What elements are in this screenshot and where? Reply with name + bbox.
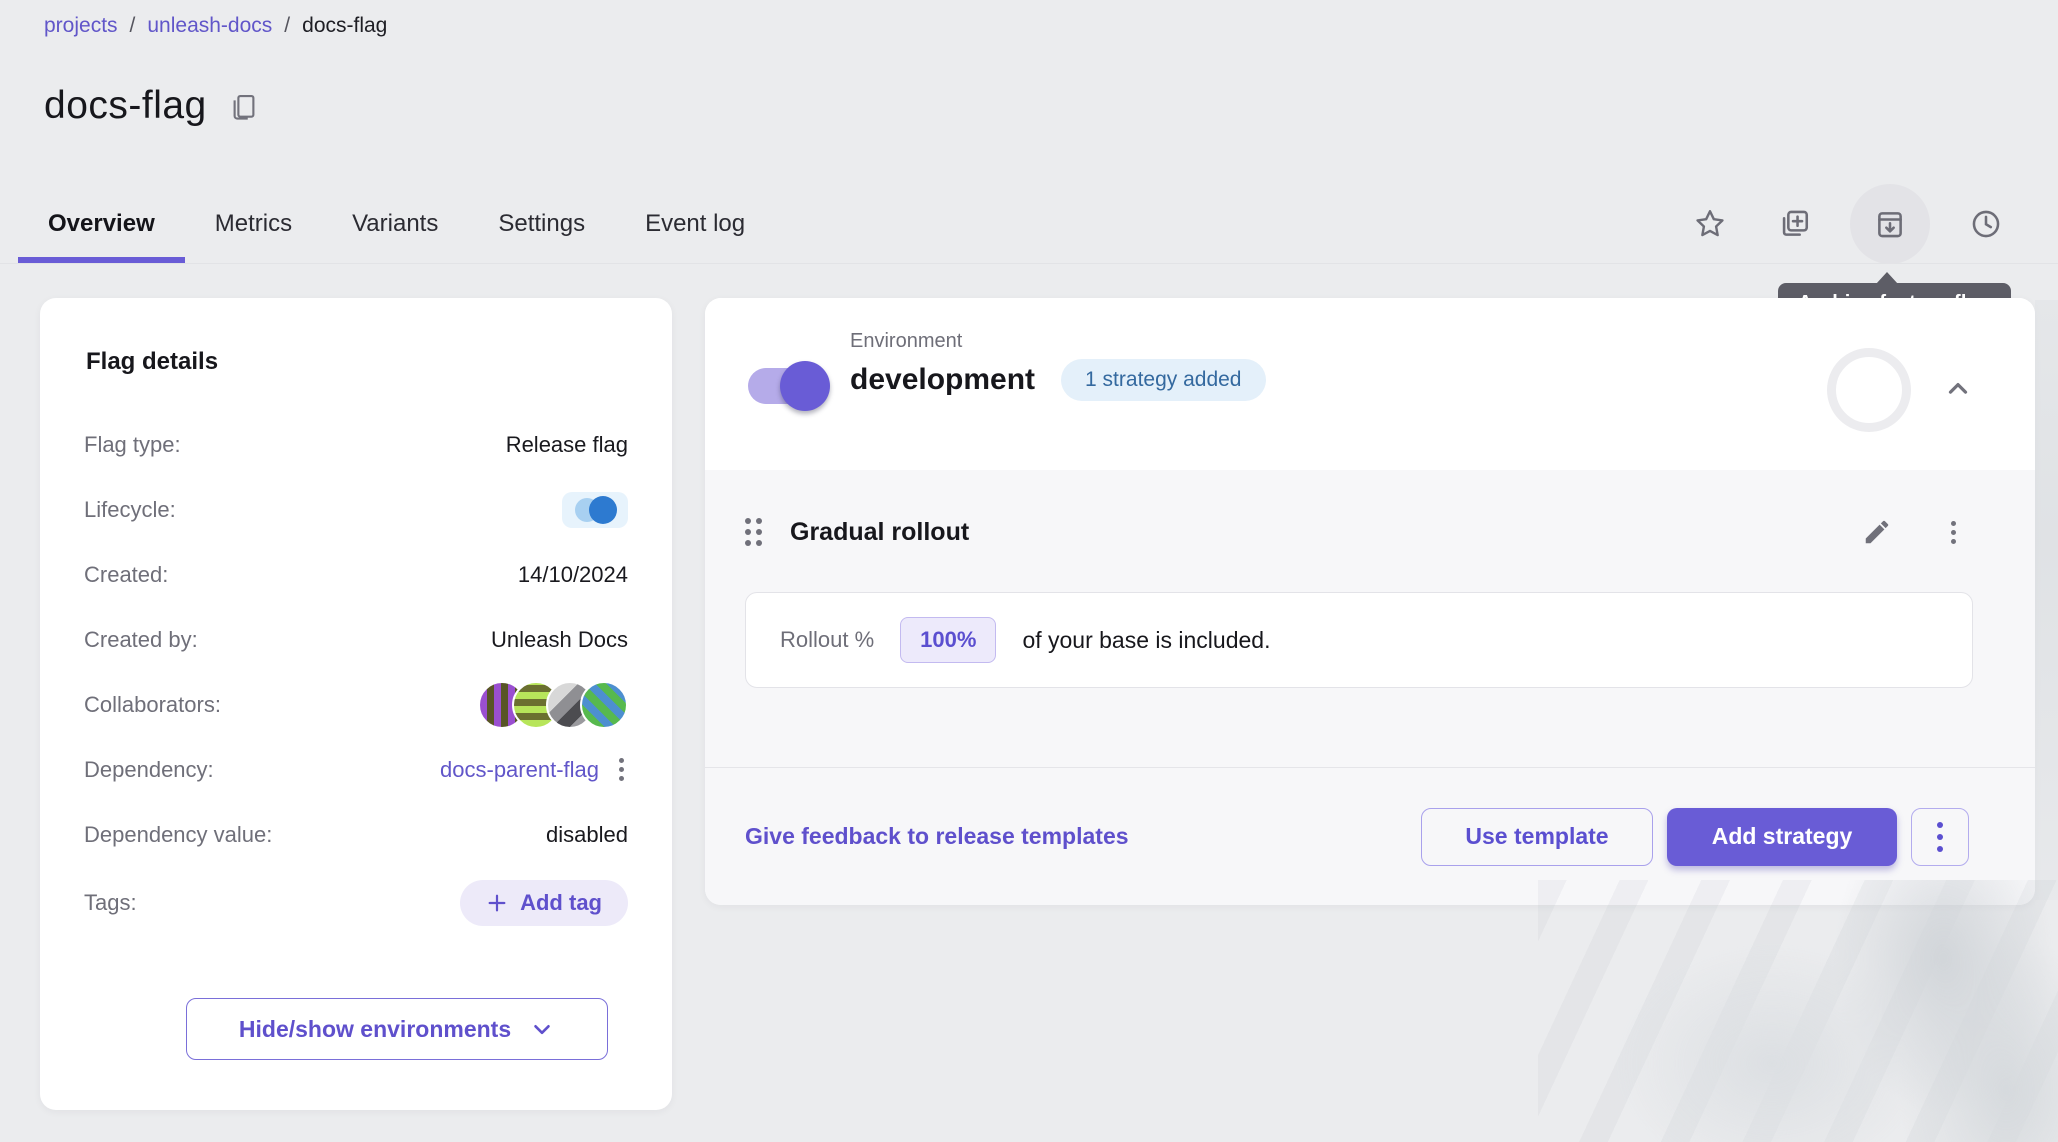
tab-metrics[interactable]: Metrics bbox=[185, 186, 322, 262]
flag-type-value: Release flag bbox=[506, 432, 628, 458]
collapse-environment-button[interactable] bbox=[1937, 368, 1979, 410]
created-by-label: Created by: bbox=[84, 627, 198, 653]
feature-flag-page: projects / unleash-docs / docs-flag docs… bbox=[0, 0, 2058, 1142]
chevron-down-icon bbox=[529, 1016, 555, 1042]
collaborators-label: Collaborators: bbox=[84, 692, 221, 718]
environment-header: Environment development 1 strategy added bbox=[705, 298, 2035, 470]
environment-card: Environment development 1 strategy added… bbox=[705, 298, 2035, 905]
lifecycle-label: Lifecycle: bbox=[84, 497, 176, 523]
favorite-star-icon[interactable] bbox=[1682, 196, 1738, 252]
collaborators-row: Collaborators: bbox=[84, 672, 628, 737]
copy-name-icon[interactable] bbox=[227, 89, 261, 123]
tab-overview[interactable]: Overview bbox=[18, 186, 185, 262]
created-row: Created: 14/10/2024 bbox=[84, 542, 628, 607]
more-strategy-options-button[interactable] bbox=[1911, 808, 1969, 866]
dependency-row: Dependency: docs-parent-flag bbox=[84, 737, 628, 802]
add-tag-label: Add tag bbox=[520, 890, 602, 916]
flag-details-heading: Flag details bbox=[86, 348, 672, 376]
page-title: docs-flag bbox=[44, 84, 207, 128]
tabs: Overview Metrics Variants Settings Event… bbox=[18, 186, 775, 262]
strategy-section: Gradual rollout Rollout % 100% of your b… bbox=[705, 470, 2035, 767]
dependency-link[interactable]: docs-parent-flag bbox=[440, 757, 599, 783]
breadcrumb-current: docs-flag bbox=[302, 14, 387, 38]
breadcrumb: projects / unleash-docs / docs-flag bbox=[44, 14, 387, 38]
history-clock-icon[interactable] bbox=[1958, 196, 2014, 252]
toggle-thumb bbox=[780, 361, 830, 411]
flag-details-card: Flag details Flag type: Release flag Lif… bbox=[40, 298, 672, 1110]
flag-type-row: Flag type: Release flag bbox=[84, 412, 628, 477]
environment-name: development bbox=[850, 363, 1035, 397]
background-watermark-strip bbox=[2035, 300, 2058, 900]
hide-show-environments-button[interactable]: Hide/show environments bbox=[186, 998, 608, 1060]
created-by-value: Unleash Docs bbox=[491, 627, 628, 653]
add-strategy-button[interactable]: Add strategy bbox=[1667, 808, 1897, 866]
edit-strategy-icon[interactable] bbox=[1855, 510, 1899, 554]
created-label: Created: bbox=[84, 562, 168, 588]
lifecycle-stage-icon[interactable] bbox=[562, 492, 628, 528]
collaborator-avatars[interactable] bbox=[478, 681, 628, 729]
tab-event-log[interactable]: Event log bbox=[615, 186, 775, 262]
avatar[interactable] bbox=[580, 681, 628, 729]
use-template-button[interactable]: Use template bbox=[1421, 808, 1653, 866]
drag-handle-icon[interactable] bbox=[745, 518, 762, 546]
strategy-title: Gradual rollout bbox=[790, 518, 969, 547]
dependency-value-label: Dependency value: bbox=[84, 822, 272, 848]
environment-toggle[interactable] bbox=[748, 368, 822, 404]
dependency-menu-icon[interactable] bbox=[615, 754, 628, 785]
rollout-label: Rollout % bbox=[780, 627, 874, 653]
tags-label: Tags: bbox=[84, 890, 137, 916]
breadcrumb-separator: / bbox=[130, 14, 136, 38]
chevron-up-icon bbox=[1943, 374, 1973, 404]
strategy-count-badge: 1 strategy added bbox=[1061, 359, 1265, 401]
metrics-ring-icon bbox=[1827, 348, 1911, 432]
add-tag-button[interactable]: Add tag bbox=[460, 880, 628, 926]
created-by-row: Created by: Unleash Docs bbox=[84, 607, 628, 672]
rollout-value-chip: 100% bbox=[900, 617, 996, 663]
dependency-label: Dependency: bbox=[84, 757, 214, 783]
breadcrumb-projects-link[interactable]: projects bbox=[44, 14, 118, 38]
tags-row: Tags: Add tag bbox=[84, 867, 628, 939]
plus-icon bbox=[486, 892, 508, 914]
lifecycle-row: Lifecycle: bbox=[84, 477, 628, 542]
tab-bar: Overview Metrics Variants Settings Event… bbox=[0, 186, 2058, 264]
rollout-summary: Rollout % 100% of your base is included. bbox=[745, 592, 1973, 688]
environment-label: Environment bbox=[850, 330, 1266, 353]
strategy-menu-icon[interactable] bbox=[1927, 506, 1979, 558]
environment-footer: Give feedback to release templates Use t… bbox=[705, 767, 2035, 905]
copy-feature-icon[interactable] bbox=[1766, 196, 1822, 252]
breadcrumb-separator: / bbox=[284, 14, 290, 38]
rollout-suffix-text: of your base is included. bbox=[1022, 627, 1270, 654]
dependency-value: disabled bbox=[546, 822, 628, 848]
hide-show-environments-label: Hide/show environments bbox=[239, 1016, 511, 1043]
flag-type-label: Flag type: bbox=[84, 432, 181, 458]
release-templates-feedback-link[interactable]: Give feedback to release templates bbox=[745, 823, 1129, 850]
tab-settings[interactable]: Settings bbox=[468, 186, 615, 262]
archive-feature-icon[interactable] bbox=[1850, 184, 1930, 264]
title-row: docs-flag bbox=[44, 84, 261, 128]
dependency-value-row: Dependency value: disabled bbox=[84, 802, 628, 867]
breadcrumb-project-link[interactable]: unleash-docs bbox=[147, 14, 272, 38]
flag-actions-toolbar bbox=[1682, 186, 2014, 262]
created-value: 14/10/2024 bbox=[518, 562, 628, 588]
tab-variants[interactable]: Variants bbox=[322, 186, 468, 262]
background-watermark bbox=[1538, 880, 2058, 1142]
